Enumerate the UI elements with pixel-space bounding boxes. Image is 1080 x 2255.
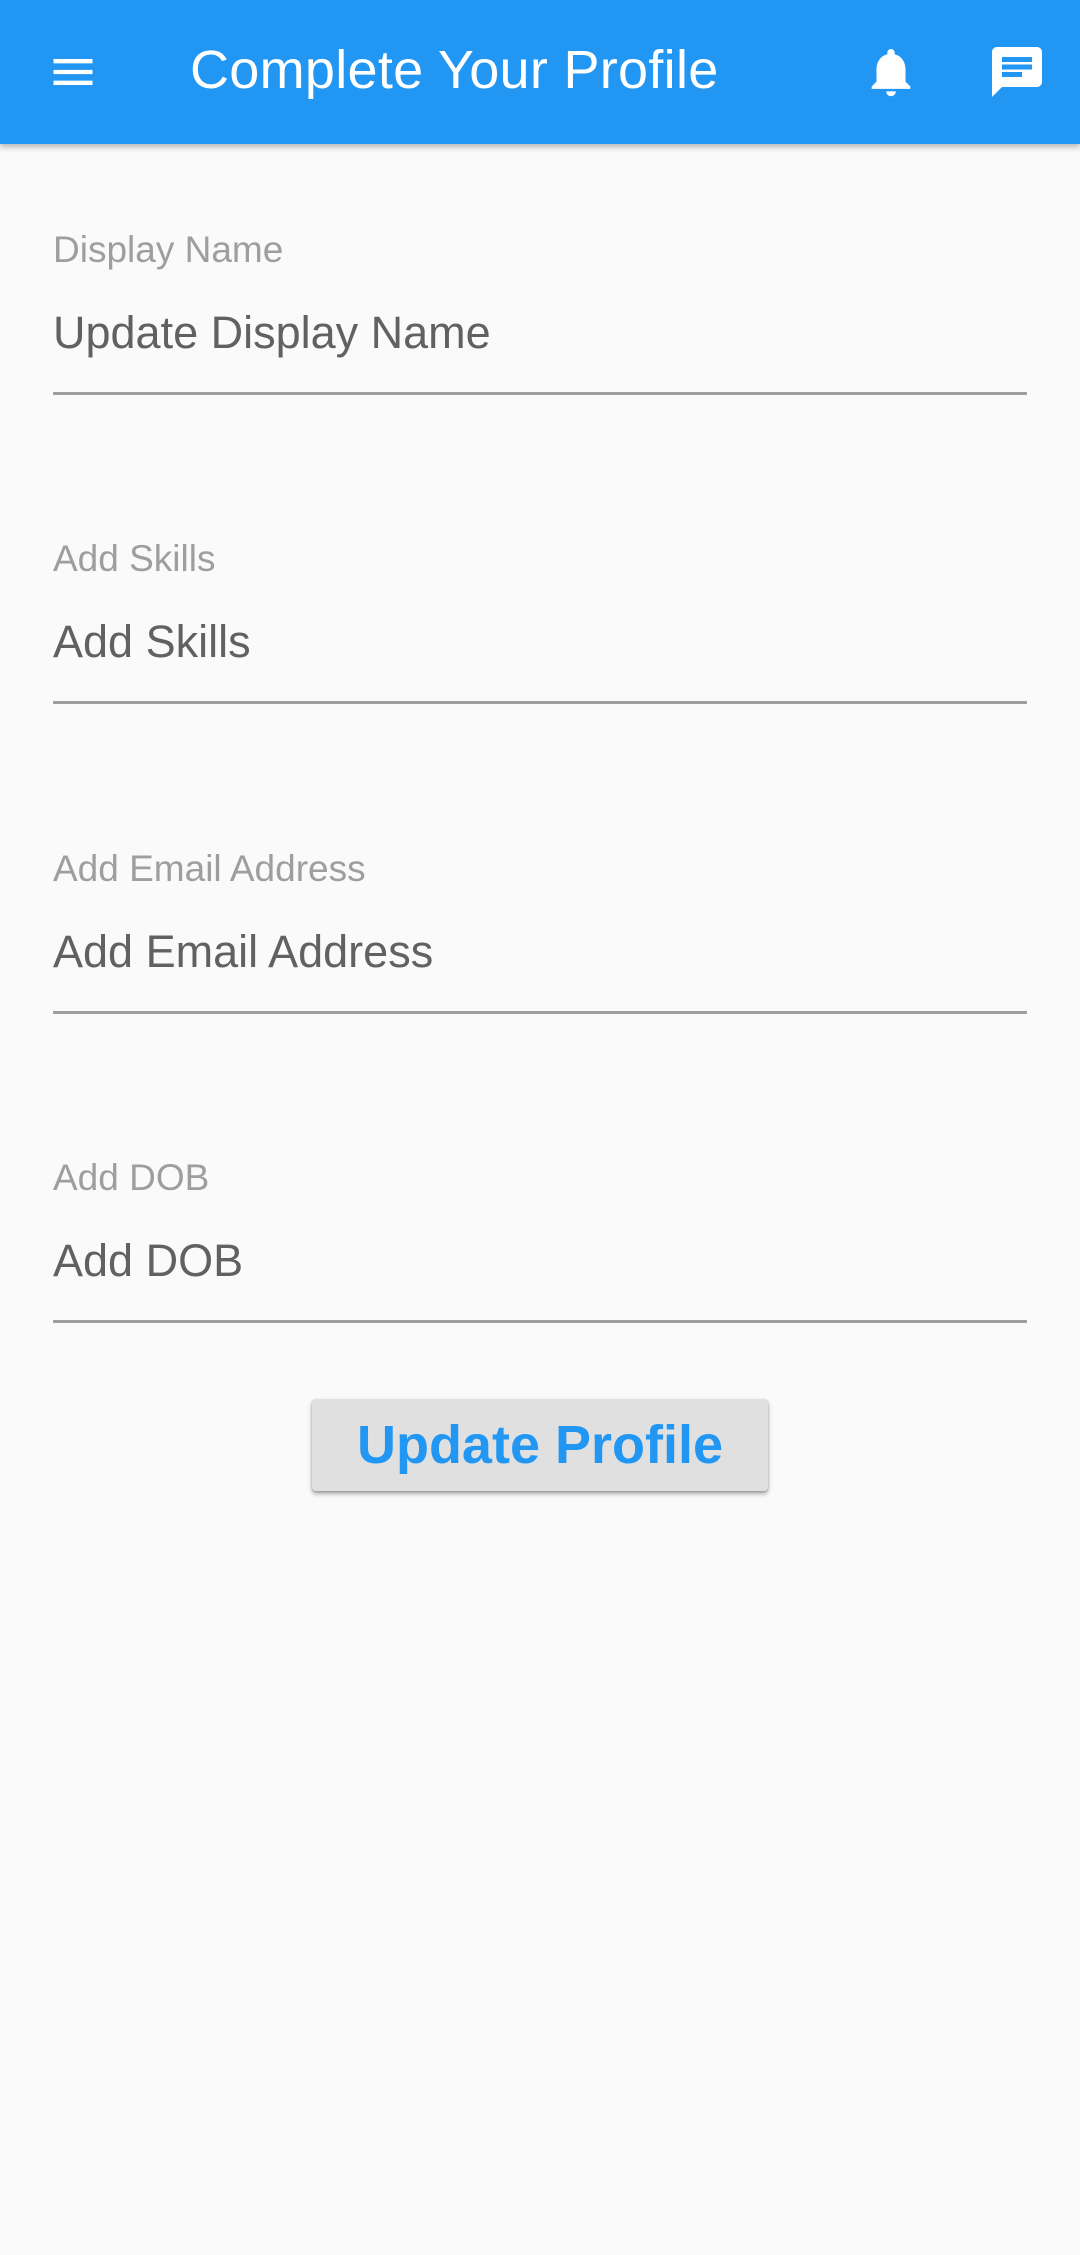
dob-field[interactable]: Add DOB Add DOB bbox=[53, 1157, 1027, 1323]
field-underline bbox=[53, 1320, 1027, 1323]
notifications-button[interactable] bbox=[841, 22, 941, 122]
field-label: Add Email Address bbox=[53, 848, 366, 889]
update-profile-button[interactable]: Update Profile bbox=[312, 1399, 768, 1491]
field-label: Display Name bbox=[53, 229, 284, 270]
display-name-field[interactable]: Display Name Update Display Name bbox=[53, 229, 1027, 395]
profile-screen: Complete Your Profile Display Name Updat… bbox=[0, 0, 1080, 2255]
notifications-bell-icon bbox=[871, 49, 911, 97]
field-underline bbox=[53, 1011, 1027, 1014]
messages-button[interactable] bbox=[967, 22, 1067, 122]
display-name-input[interactable]: Update Display Name bbox=[53, 307, 491, 359]
skills-field[interactable]: Add Skills Add Skills bbox=[53, 538, 1027, 704]
chat-message-icon bbox=[992, 47, 1042, 97]
field-underline bbox=[53, 701, 1027, 704]
app-bar: Complete Your Profile bbox=[0, 0, 1080, 144]
email-field[interactable]: Add Email Address Add Email Address bbox=[53, 848, 1027, 1014]
update-profile-label: Update Profile bbox=[356, 1415, 724, 1475]
skills-input[interactable]: Add Skills bbox=[53, 616, 251, 668]
page-title: Complete Your Profile bbox=[190, 40, 719, 100]
dob-input[interactable]: Add DOB bbox=[53, 1235, 243, 1287]
menu-icon bbox=[53, 59, 93, 85]
field-label: Add DOB bbox=[53, 1157, 210, 1198]
field-label: Add Skills bbox=[53, 538, 216, 579]
field-underline bbox=[53, 392, 1027, 395]
menu-button[interactable] bbox=[23, 22, 123, 122]
email-input[interactable]: Add Email Address bbox=[53, 926, 433, 978]
